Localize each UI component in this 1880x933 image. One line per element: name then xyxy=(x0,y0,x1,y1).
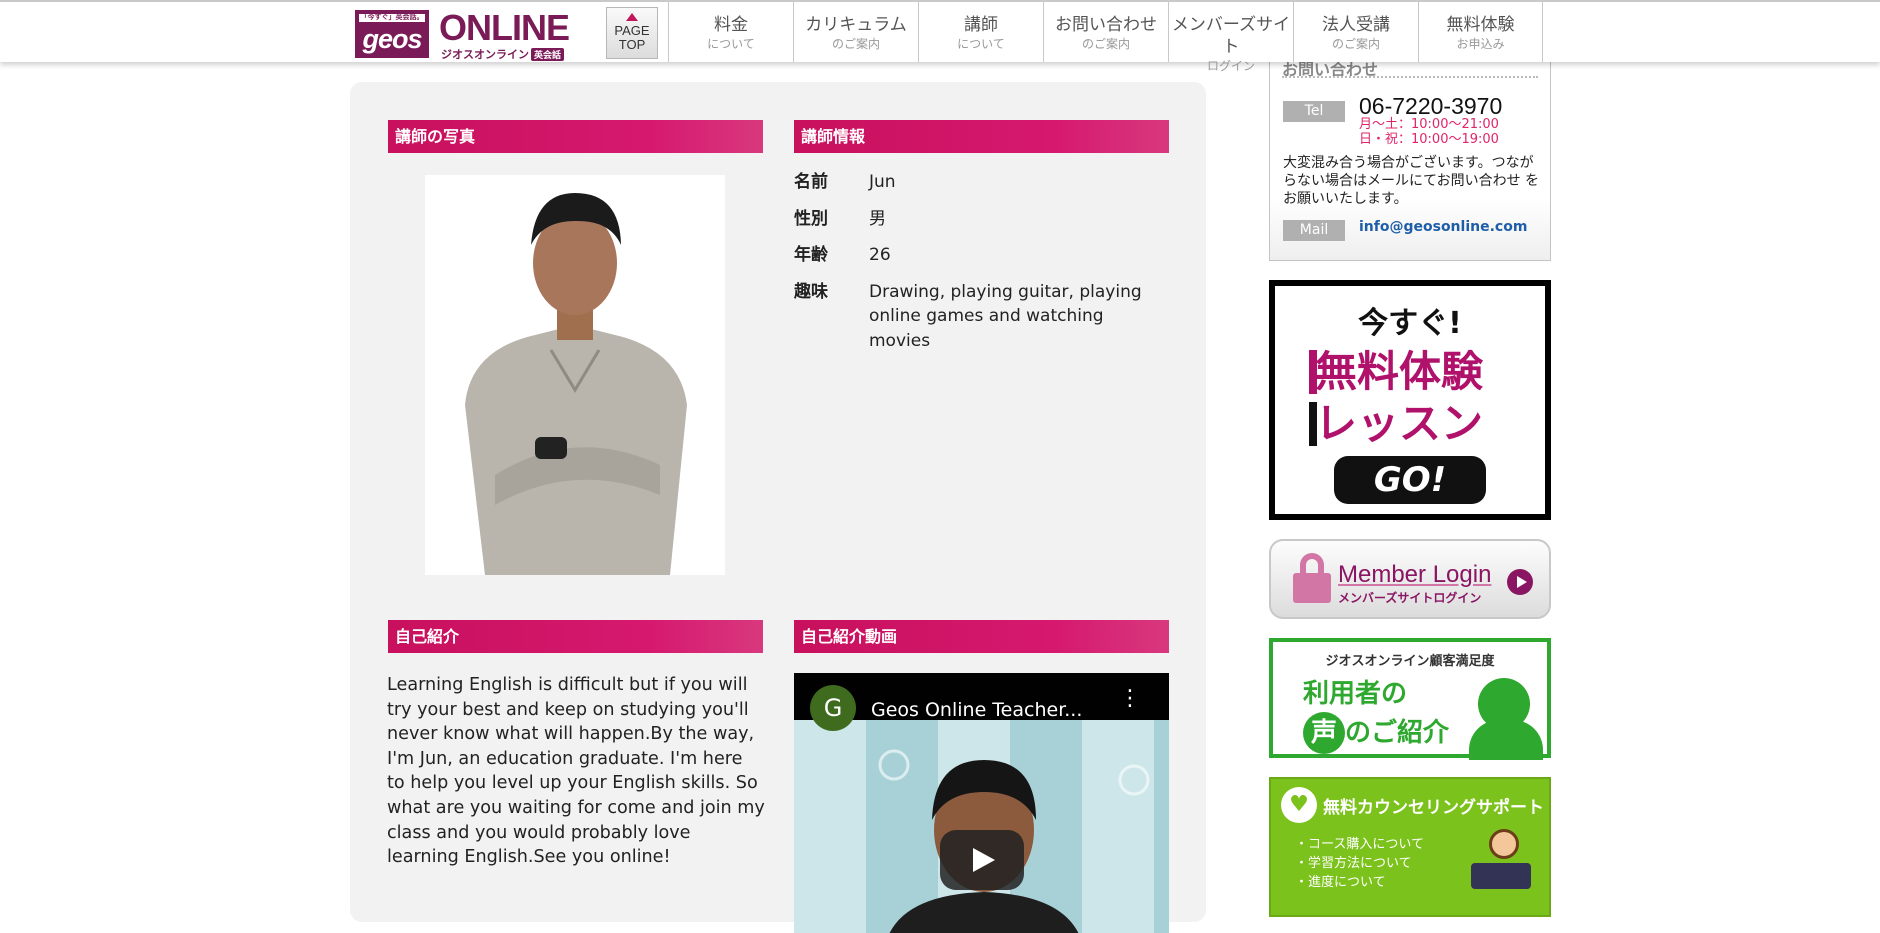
voice-banner-top: ジオスオンライン顧客満足度 xyxy=(1325,654,1495,669)
hours-weekday: 月〜土：10:00〜21:00 xyxy=(1359,117,1499,132)
nav-label: 料金 xyxy=(714,15,748,35)
contact-box: お問い合わせ Tel 06-7220-3970 月〜土：10:00〜21:00 … xyxy=(1269,56,1551,261)
info-value: Jun xyxy=(869,172,896,192)
counsel-topic: ・コース購入について xyxy=(1295,837,1424,852)
trial-bar-black xyxy=(1309,402,1317,446)
info-value: Drawing, playing guitar, playing online … xyxy=(869,281,1142,351)
teacher-portrait-image xyxy=(425,175,725,575)
member-login-title: Member Login xyxy=(1338,561,1492,588)
nav-label: メンバーズサイト xyxy=(1171,15,1291,57)
member-login-subtitle: メンバーズサイトログイン xyxy=(1338,591,1482,605)
nav-label: お問い合わせ xyxy=(1055,15,1157,35)
page-top-line2: TOP xyxy=(618,37,646,52)
trial-banner-top: 今すぐ! xyxy=(1358,306,1462,341)
trial-banner-line1: 無料体験 xyxy=(1315,347,1484,396)
mail-label: Mail xyxy=(1283,220,1345,241)
trial-banner-main: 無料体験 レッスン xyxy=(1295,346,1545,450)
speaker-body-icon xyxy=(1469,720,1543,760)
nav-label: 講師 xyxy=(964,15,998,35)
info-row-gender: 性別 男 xyxy=(794,207,1164,232)
nav-item-curriculum[interactable]: カリキュラムのご案内 xyxy=(793,2,918,62)
video-frame-image xyxy=(878,749,1150,933)
info-label: 趣味 xyxy=(794,281,828,302)
nav-item-contact[interactable]: お問い合わせのご案内 xyxy=(1043,2,1168,62)
info-label: 性別 xyxy=(794,208,828,229)
info-row-name: 名前 Jun xyxy=(794,170,1164,195)
logo-tagline: 「今すぐ」英会話。 xyxy=(359,14,425,22)
intro-section-heading: 自己紹介 xyxy=(388,620,763,653)
free-trial-banner[interactable]: 今すぐ! 無料体験 レッスン GO! xyxy=(1269,280,1551,520)
teacher-info-list: 名前 Jun 性別 男 年齢 26 趣味 Drawing, playing guitar… xyxy=(794,170,1164,365)
nav-item-teachers[interactable]: 講師 について xyxy=(918,2,1043,62)
nav-sublabel: ログイン xyxy=(1206,59,1255,73)
nav-sublabel: について xyxy=(707,37,755,51)
info-label: 名前 xyxy=(794,172,828,192)
customer-voice-banner[interactable]: ジオスオンライン顧客満足度 利用者の 声のご紹介 xyxy=(1269,638,1551,760)
member-login-banner[interactable]: Member Login メンバーズサイトログイン xyxy=(1269,539,1551,619)
mail-link[interactable]: info@geosonline.com xyxy=(1359,219,1527,235)
counsel-topic: ・学習方法について xyxy=(1295,856,1412,871)
nav-label: 法人受講 xyxy=(1322,15,1390,35)
business-hours: 月〜土：10:00〜21:00 日・祝：10:00〜19:00 xyxy=(1359,117,1499,147)
voice-line1: 利用者の xyxy=(1303,679,1408,709)
site-logo[interactable]: 「今すぐ」英会話。 geos ONLINE ジオスオンライン 英会話 xyxy=(355,7,571,61)
nav-sublabel: お申込み xyxy=(1456,37,1505,51)
arrow-up-icon xyxy=(626,13,638,21)
tel-number[interactable]: 06-7220-3970 xyxy=(1359,93,1502,120)
nav-sublabel: のご案内 xyxy=(831,37,880,51)
logo-wordmark: ONLINE xyxy=(439,7,570,48)
geos-logo-mark: 「今すぐ」英会話。 geos xyxy=(355,10,429,58)
counsel-title: 無料カウンセリングサポート xyxy=(1323,798,1544,818)
info-value: 男 xyxy=(869,208,886,229)
info-label: 年齢 xyxy=(794,245,828,265)
nav-item-corporate[interactable]: 法人受講 のご案内 xyxy=(1293,2,1418,62)
top-navigation-bar: 「今すぐ」英会話。 geos ONLINE ジオスオンライン 英会話 PAGE T… xyxy=(0,0,1880,73)
logo-subtitle-text: ジオスオンライン xyxy=(441,48,529,61)
info-value: 26 xyxy=(869,245,891,265)
channel-avatar[interactable]: G xyxy=(810,685,856,731)
photo-section-heading: 講師の写真 xyxy=(388,120,763,153)
nav-label: 無料体験 xyxy=(1446,15,1515,35)
nav-item-pricing[interactable]: 料金 について xyxy=(668,2,793,62)
counselor-illustration xyxy=(1471,829,1531,889)
logo-brand: geos xyxy=(362,24,422,54)
page-top-button[interactable]: PAGE TOP xyxy=(606,7,658,59)
tel-label: Tel xyxy=(1283,101,1345,122)
trial-go-button: GO! xyxy=(1334,456,1486,504)
video-section-heading: 自己紹介動画 xyxy=(794,620,1169,653)
counseling-support-banner[interactable]: ♥ 無料カウンセリングサポート ・コース購入について ・学習方法について ・進度… xyxy=(1269,777,1551,917)
info-row-age: 年齢 26 xyxy=(794,243,1164,268)
info-row-hobbies: 趣味 Drawing, playing guitar, playing onlin… xyxy=(794,280,1164,354)
info-section-heading: 講師情報 xyxy=(794,120,1169,153)
voice-banner-main: 利用者の 声のご紹介 xyxy=(1303,676,1449,754)
teacher-photo xyxy=(425,175,725,575)
more-options-icon[interactable]: ⋮ xyxy=(1119,688,1141,710)
heart-icon: ♥ xyxy=(1281,787,1317,823)
video-title[interactable]: Geos Online Teacher... xyxy=(871,699,1101,721)
self-introduction-text: Learning English is difficult but if you… xyxy=(387,675,765,868)
intro-video-player[interactable]: G Geos Online Teacher... ⋮ xyxy=(794,673,1169,933)
arrow-right-icon xyxy=(1507,569,1533,595)
logo-badge: 英会話 xyxy=(531,48,565,61)
nav-sublabel: のご案内 xyxy=(1081,37,1130,51)
nav-label: カリキュラム xyxy=(805,15,907,35)
logo-subtitle: ジオスオンライン 英会話 xyxy=(441,46,565,62)
counsel-topics: ・コース購入について ・学習方法について ・進度について xyxy=(1295,835,1424,892)
nav-sublabel: のご案内 xyxy=(1331,37,1380,51)
nav-item-members[interactable]: メンバーズサイトログイン xyxy=(1168,2,1293,73)
nav-item-free-trial[interactable]: 無料体験 お申込み xyxy=(1418,2,1543,62)
counsel-topic: ・進度について xyxy=(1295,875,1386,890)
trial-bar-pink xyxy=(1309,350,1317,394)
hours-holiday: 日・祝：10:00〜19:00 xyxy=(1359,132,1499,147)
nav-sublabel: について xyxy=(957,37,1005,51)
voice-line2: のご紹介 xyxy=(1345,718,1450,748)
lock-icon xyxy=(1293,553,1331,603)
trial-banner-line2: レッスン xyxy=(1315,399,1484,448)
contact-note: 大変混み合う場合がございます。つながらない場合はメールにてお問い合わせ をお願い… xyxy=(1283,155,1540,207)
video-thumbnail xyxy=(794,720,1169,933)
play-icon[interactable] xyxy=(940,830,1024,890)
voice-koe-badge: 声 xyxy=(1303,712,1345,754)
page-top-line1: PAGE xyxy=(614,23,650,38)
main-nav: 料金について カリキュラムのご案内 講師について お問い合わせのご案内 メンバー… xyxy=(668,2,1543,73)
